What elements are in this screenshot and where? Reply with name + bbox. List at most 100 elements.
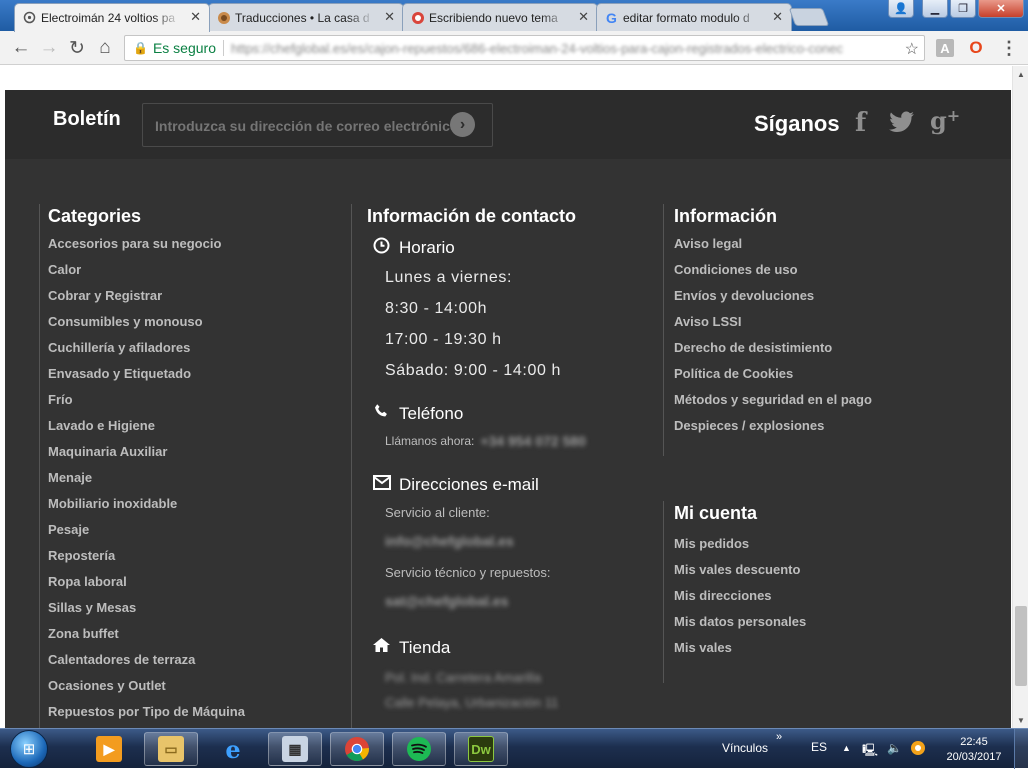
forum-icon [410,10,425,25]
pdf-extension-icon[interactable]: A [936,39,954,57]
minimize-button[interactable]: ▁ [922,0,948,18]
tab-escribiendo[interactable]: Escribiendo nuevo tema ✕ [402,3,598,31]
clock-icon [372,237,391,259]
phone-number[interactable]: +34 954 072 580 [480,433,586,449]
close-icon[interactable]: ✕ [578,9,589,25]
information-link[interactable]: Derecho de desistimiento [674,339,872,365]
back-arrow-icon[interactable]: ← [10,37,32,59]
information-link[interactable]: Métodos y seguridad en el pago [674,391,872,417]
tray-app-icon[interactable] [910,740,926,759]
file-explorer-icon[interactable]: ▭ [144,732,198,766]
information-link[interactable]: Aviso LSSI [674,313,872,339]
page-scrollbar[interactable]: ▲ ▼ [1012,66,1028,728]
category-link[interactable]: Consumibles y monouso [48,313,245,339]
account-link[interactable]: Mis pedidos [674,535,806,561]
category-link[interactable]: Envasado y Etiquetado [48,365,245,391]
links-toolbar-label[interactable]: Vínculos [722,741,768,755]
category-link[interactable]: Mobiliario inoxidable [48,495,245,521]
scroll-up-arrow-icon[interactable]: ▲ [1017,70,1025,79]
dreamweaver-icon[interactable]: Dw [454,732,508,766]
account-list: Mis pedidos Mis vales descuento Mis dire… [674,535,806,665]
categories-column: Categories Accesorios para su negocio Ca… [39,204,245,728]
network-icon[interactable]: 🖳 [862,741,878,762]
circuit-icon [22,10,37,25]
customer-service-label: Servicio al cliente: [385,505,490,520]
category-link[interactable]: Sillas y Mesas [48,599,245,625]
url-text[interactable]: https://chefglobal.es/es/cajon-repuestos… [231,41,891,56]
category-link[interactable]: Repuestos por Tipo de Máquina [48,703,245,728]
information-link[interactable]: Política de Cookies [674,365,872,391]
home-icon[interactable]: ⌂ [94,37,116,59]
calculator-icon[interactable]: ▦ [268,732,322,766]
account-link[interactable]: Mis vales [674,639,806,665]
forward-arrow-icon[interactable]: → [38,37,60,59]
newsletter-title: Boletín [53,108,121,130]
chrome-icon[interactable] [330,732,384,766]
tab-electroiman[interactable]: Electroimán 24 voltios pa ✕ [14,3,210,32]
tech-service-email[interactable]: sat@chefglobal.es [385,593,651,609]
new-tab-button[interactable] [788,8,830,26]
google-plus-icon[interactable]: g+ [930,106,960,135]
account-link[interactable]: Mis datos personales [674,613,806,639]
reload-icon[interactable]: ↻ [66,37,88,59]
address-bar[interactable]: 🔒 Es seguro https://chefglobal.es/es/caj… [124,35,925,61]
show-desktop-button[interactable] [1014,729,1028,769]
store-address-line: Pol. Ind. Carretera Amarilla [385,670,542,685]
information-link[interactable]: Despieces / explosiones [674,417,872,443]
newsletter-email-input[interactable] [155,118,455,134]
information-link[interactable]: Aviso legal [674,235,872,261]
bookmark-star-icon[interactable]: ☆ [905,39,919,59]
category-link[interactable]: Ropa laboral [48,573,245,599]
category-link[interactable]: Calor [48,261,245,287]
newsletter-submit-button[interactable]: › [450,112,475,137]
category-link[interactable]: Repostería [48,547,245,573]
category-link[interactable]: Zona buffet [48,625,245,651]
tab-traducciones[interactable]: Traducciones • La casa d ✕ [208,3,404,31]
schedule-line: Lunes a viernes: [385,269,513,286]
information-link[interactable]: Envíos y devoluciones [674,287,872,313]
newsletter-band: Boletín › Síganos f g+ [5,90,1011,159]
spotify-icon[interactable] [392,732,446,766]
account-link[interactable]: Mis direcciones [674,587,806,613]
scroll-thumb[interactable] [1015,606,1027,686]
restore-button[interactable]: ❐ [950,0,976,18]
chevron-double-right-icon[interactable]: » [776,731,782,743]
phone-title: Teléfono [399,403,464,423]
close-icon[interactable]: ✕ [772,9,783,25]
close-icon[interactable]: ✕ [384,9,395,25]
category-link[interactable]: Lavado e Higiene [48,417,245,443]
close-window-button[interactable]: ✕ [978,0,1024,18]
menu-dots-icon[interactable]: ⋮ [1000,38,1018,59]
language-indicator[interactable]: ES [811,740,827,754]
lock-icon: 🔒 [133,41,148,55]
system-clock[interactable]: 22:45 20/03/2017 [944,735,1004,765]
media-player-icon[interactable]: ▶ [82,732,136,766]
category-link[interactable]: Menaje [48,469,245,495]
schedule-block: Lunes a viernes: 8:30 - 14:00h 17:00 - 1… [367,267,651,391]
information-title: Información [674,206,778,226]
contact-title: Información de contacto [367,206,577,226]
customer-service-email[interactable]: info@chefglobal.es [385,533,651,549]
start-button[interactable]: ⊞ [10,730,48,768]
category-link[interactable]: Ocasiones y Outlet [48,677,245,703]
volume-icon[interactable]: 🔈 [887,741,902,755]
scroll-down-arrow-icon[interactable]: ▼ [1017,716,1025,725]
internet-explorer-icon[interactable]: e [206,732,260,766]
information-link[interactable]: Condiciones de uso [674,261,872,287]
tray-up-arrow-icon[interactable]: ▲ [842,743,851,753]
twitter-icon[interactable] [889,110,915,140]
information-list: Aviso legal Condiciones de uso Envíos y … [674,235,872,443]
category-link[interactable]: Frío [48,391,245,417]
category-link[interactable]: Cobrar y Registrar [48,287,245,313]
category-link[interactable]: Pesaje [48,521,245,547]
category-link[interactable]: Maquinaria Auxiliar [48,443,245,469]
tab-editar-formato[interactable]: G editar formato modulo d ✕ [596,3,792,31]
account-link[interactable]: Mis vales descuento [674,561,806,587]
close-icon[interactable]: ✕ [190,9,201,25]
category-link[interactable]: Calentadores de terraza [48,651,245,677]
user-profile-icon[interactable]: 👤 [888,0,914,18]
facebook-icon[interactable]: f [855,108,866,138]
category-link[interactable]: Cuchillería y afiladores [48,339,245,365]
category-link[interactable]: Accesorios para su negocio [48,235,245,261]
office-extension-icon[interactable]: O [967,38,985,57]
